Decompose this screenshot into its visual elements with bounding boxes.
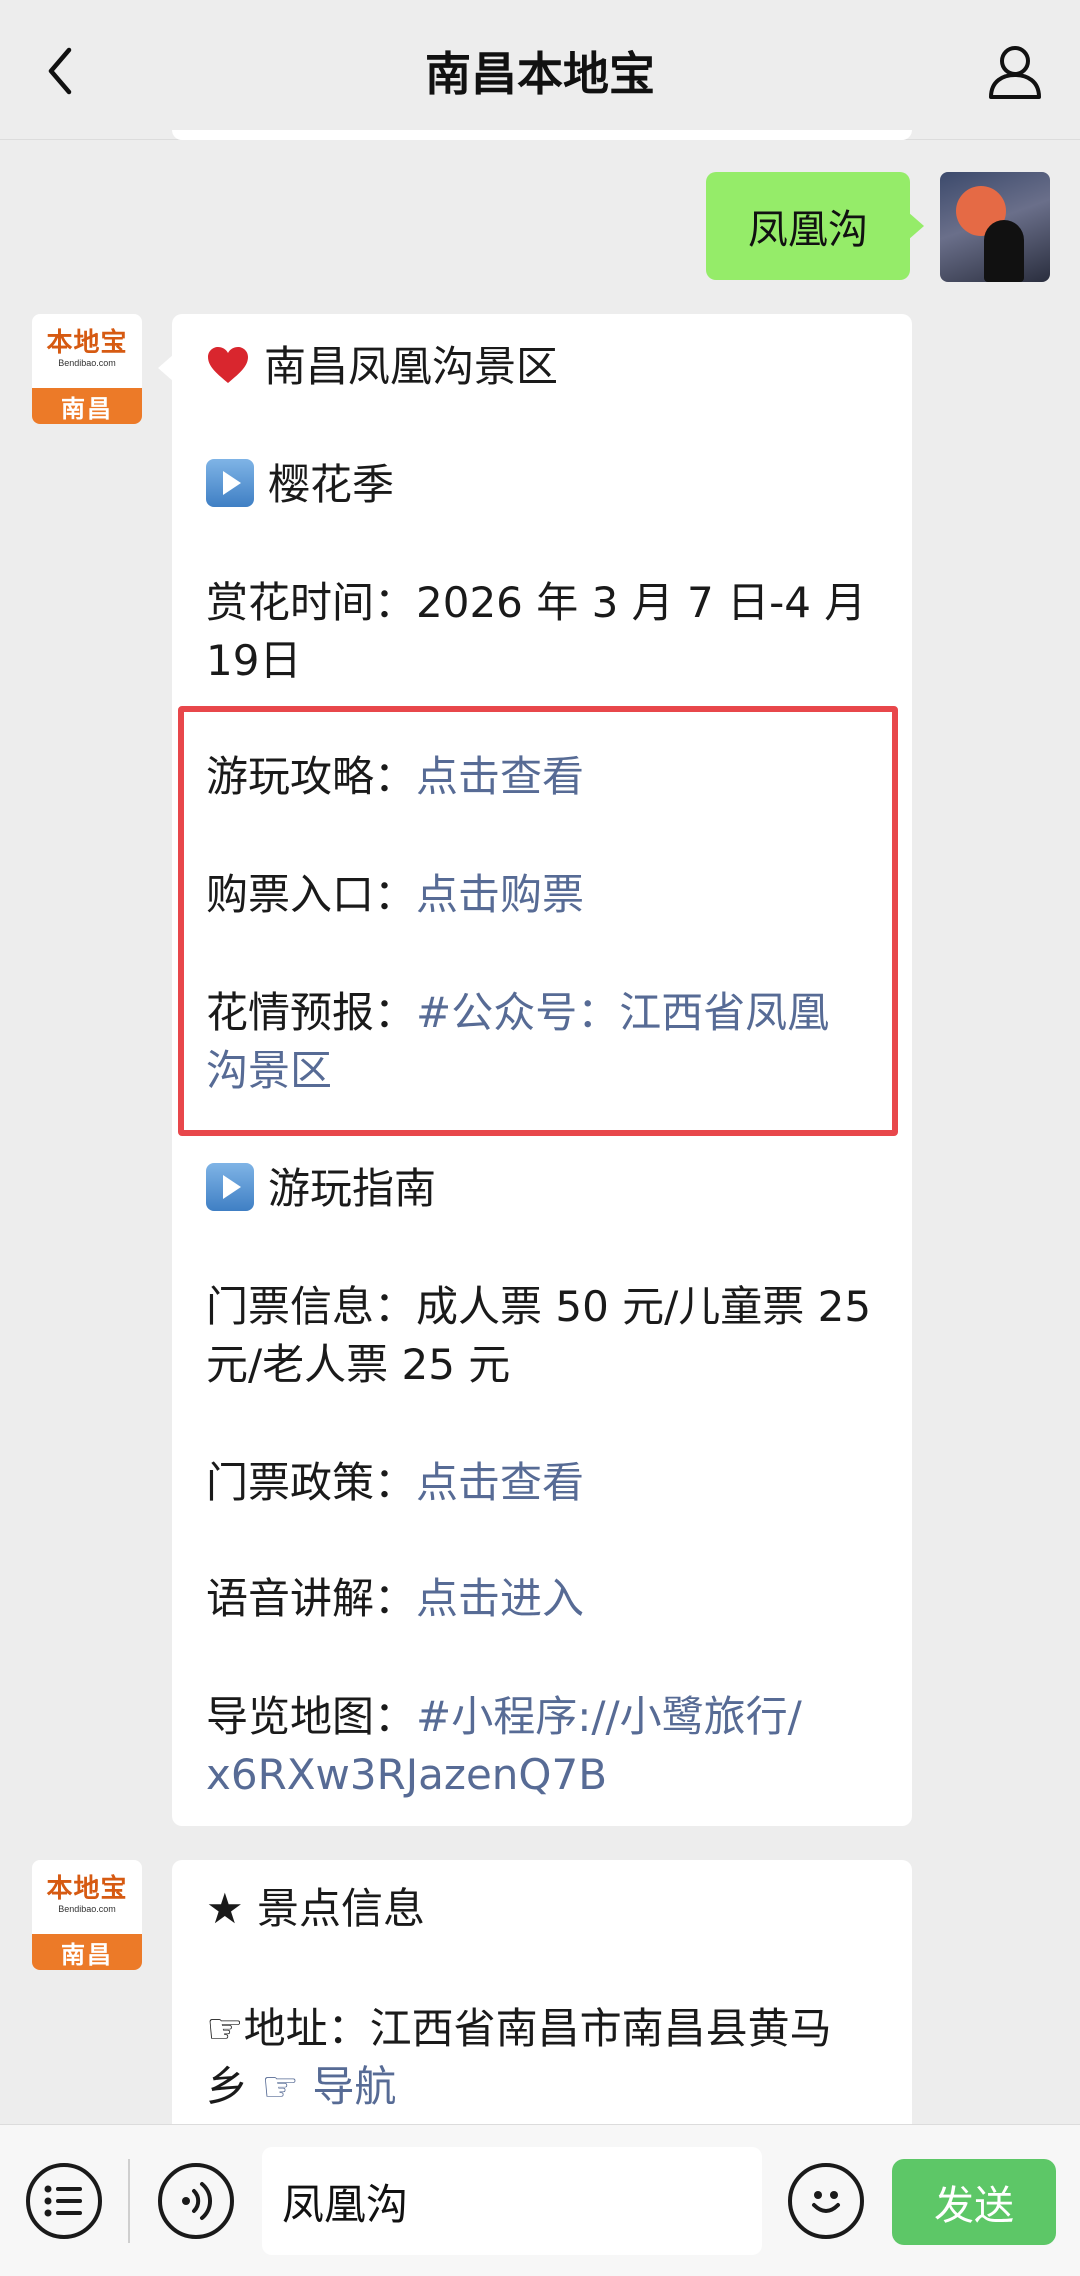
previous-message-edge [172, 130, 912, 140]
toolbar-divider [128, 2159, 130, 2243]
bloom-time-line-2: 19日 [206, 636, 302, 685]
address-row-2: 乡 ☞ 导航 [206, 2058, 886, 2116]
audio-label: 语音讲解： [206, 1574, 417, 1623]
forecast-link[interactable]: #公众号：江西省凤凰 [416, 988, 829, 1037]
policy-label: 门票政策： [206, 1458, 417, 1507]
bendibao-avatar[interactable]: 本地宝 Bendibao.com 南昌 [32, 1860, 142, 1970]
play-icon [206, 1163, 254, 1211]
voice-button[interactable] [158, 2163, 234, 2239]
policy-link[interactable]: 点击查看 [416, 1458, 584, 1507]
map-link-cont[interactable]: x6RXw3RJazenQ7B [206, 1746, 886, 1804]
profile-button[interactable] [980, 36, 1050, 106]
guide-link[interactable]: 点击查看 [416, 752, 584, 801]
menu-button[interactable] [26, 2163, 102, 2239]
forecast-label: 花情预报： [206, 988, 417, 1037]
bendibao-avatar[interactable]: 本地宝 Bendibao.com 南昌 [32, 314, 142, 424]
section-cherry-line: 樱花季 [206, 456, 886, 514]
card-heading-line: 南昌凤凰沟景区 [206, 338, 886, 396]
brand-name: 本地宝 [46, 1874, 128, 1904]
map-row-1: 导览地图：#小程序://小鹭旅行/ [206, 1688, 886, 1746]
brand-city: 南昌 [32, 1934, 142, 1970]
chat-header: 南昌本地宝 [0, 0, 1080, 140]
attraction-info-heading: ★ 景点信息 [206, 1884, 426, 1933]
card-heading: 南昌凤凰沟景区 [264, 342, 559, 391]
forecast-link-cont[interactable]: 沟景区 [206, 1042, 886, 1100]
user-message-bubble[interactable]: 凤凰沟 [706, 172, 924, 280]
list-menu-icon [44, 2185, 82, 2217]
play-icon [206, 459, 254, 507]
address-line-2: 乡 [206, 2062, 249, 2111]
figure-graphic [984, 220, 1024, 282]
ticket-info-line-1: 门票信息：成人票 50 元/儿童票 25 [206, 1282, 872, 1331]
brand-site: Bendibao.com [58, 1904, 116, 1914]
reply-card-scenic-area: 南昌凤凰沟景区 樱花季 赏花时间：2026 年 3 月 7 日-4 月 19日 … [158, 314, 912, 1826]
brand-site: Bendibao.com [58, 358, 116, 368]
ticket-entry-row: 购票入口：点击购票 [206, 866, 886, 924]
smiley-icon [812, 2191, 840, 2213]
brand-name: 本地宝 [46, 328, 128, 358]
heart-icon [208, 347, 248, 383]
navigation-link[interactable]: ☞ 导航 [261, 2062, 396, 2111]
guide-row: 游玩攻略：点击查看 [206, 748, 886, 806]
person-icon [989, 46, 1041, 99]
forecast-row-1: 花情预报：#公众号：江西省凤凰 [206, 984, 886, 1042]
ticket-info-line-2: 元/老人票 25 元 [206, 1340, 511, 1389]
bloom-time-line-1: 赏花时间：2026 年 3 月 7 日-4 月 [206, 578, 867, 627]
map-label: 导览地图： [206, 1692, 417, 1741]
section-guide-title: 游玩指南 [268, 1164, 437, 1213]
brand-city: 南昌 [32, 388, 142, 424]
user-avatar[interactable] [940, 172, 1050, 282]
guide-label: 游玩攻略： [206, 752, 417, 801]
policy-row: 门票政策：点击查看 [206, 1454, 886, 1512]
address-line-1: ☞地址：江西省南昌市南昌县黄马 [206, 2004, 832, 2053]
reply-card-attraction-info: ★ 景点信息 ☞地址：江西省南昌市南昌县黄马 乡 ☞ 导航 [172, 1860, 912, 2124]
audio-row: 语音讲解：点击进入 [206, 1570, 886, 1628]
page-title: 南昌本地宝 [425, 47, 655, 101]
send-button[interactable]: 发送 [892, 2159, 1056, 2245]
message-input[interactable]: 凤凰沟 [262, 2147, 762, 2255]
emoji-button[interactable] [788, 2163, 864, 2239]
ticket-entry-label: 购票入口： [206, 870, 417, 919]
voice-icon [182, 2182, 213, 2220]
input-toolbar: 凤凰沟 发送 [0, 2124, 1080, 2276]
section-guide-line: 游玩指南 [206, 1160, 886, 1218]
buy-ticket-link[interactable]: 点击购票 [416, 870, 584, 919]
section-cherry-title: 樱花季 [268, 460, 395, 509]
audio-link[interactable]: 点击进入 [416, 1574, 584, 1623]
map-link[interactable]: #小程序://小鹭旅行/ [416, 1692, 802, 1741]
